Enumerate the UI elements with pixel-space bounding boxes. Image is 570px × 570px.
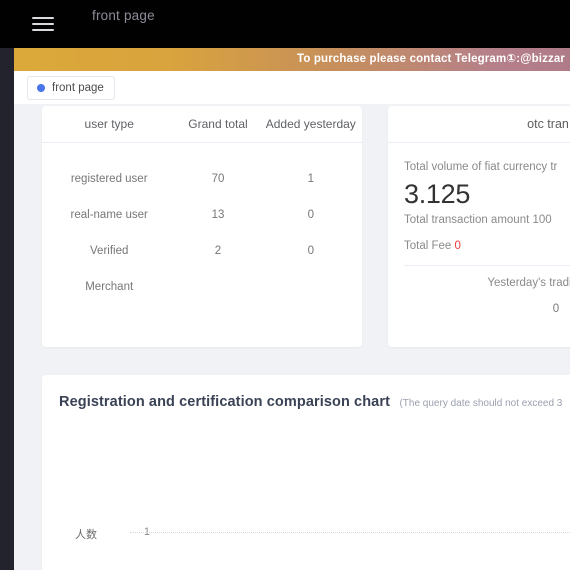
cell-grand-total <box>176 269 259 305</box>
otc-yesterday-label: Yesterday's trading volume <box>487 277 570 289</box>
cell-user-type: registered user <box>70 173 148 185</box>
otc-transaction-card: otc tran Total volume of fiat currency t… <box>388 106 570 347</box>
chart-subtitle: (The query date should not exceed 3 <box>399 398 563 409</box>
cell-added-yesterday: 1 <box>307 173 314 185</box>
otc-yesterday-value: 0 <box>552 303 560 315</box>
cell-user-type: real-name user <box>70 209 148 221</box>
column-header-added-yesterday: Added yesterday <box>265 117 356 131</box>
table-row: registered user 70 1 <box>42 161 362 197</box>
purchase-banner: To purchase please contact Telegram①:@bi… <box>14 48 570 71</box>
otc-divider <box>404 265 570 266</box>
tab-strip: front page <box>14 71 570 104</box>
purchase-banner-text: To purchase please contact Telegram①:@bi… <box>297 53 566 65</box>
chart-gridline <box>130 532 570 533</box>
user-statistics-card-header: user type Grand total Added yesterday <box>42 106 362 143</box>
otc-card-body: Total volume of fiat currency tr 3.125 T… <box>388 143 570 315</box>
column-header-grand-total: Grand total <box>188 117 248 131</box>
table-row: Merchant <box>42 269 362 305</box>
table-row: Verified 2 0 <box>42 233 362 269</box>
cell-grand-total: 70 <box>211 173 225 185</box>
otc-total-fee-label: Total Fee <box>404 240 452 252</box>
content-area: user type Grand total Added yesterday re… <box>14 104 570 570</box>
chart-header: Registration and certification compariso… <box>59 393 562 411</box>
table-row: real-name user 13 0 <box>42 197 362 233</box>
breadcrumb-title: front page <box>92 8 155 23</box>
hamburger-line <box>32 23 54 25</box>
user-statistics-card: user type Grand total Added yesterday re… <box>42 106 362 347</box>
otc-fiat-volume-label: Total volume of fiat currency tr <box>404 161 558 173</box>
hamburger-line <box>32 17 54 19</box>
cell-added-yesterday <box>260 269 362 305</box>
cell-user-type: Merchant <box>85 281 134 293</box>
chart-y-axis-label: 人数 <box>75 529 97 541</box>
otc-total-fee: Total Fee 0 <box>404 237 570 256</box>
tab-front-page[interactable]: front page <box>27 76 115 100</box>
registration-comparison-chart-card: Registration and certification compariso… <box>42 375 570 570</box>
user-statistics-column-headers: user type Grand total Added yesterday <box>42 117 362 131</box>
otc-card-title: otc tran <box>527 117 569 131</box>
cell-added-yesterday: 0 <box>307 209 314 221</box>
app-root: front page To purchase please contact Te… <box>0 0 570 570</box>
cell-user-type: Verified <box>90 245 129 257</box>
otc-transaction-amount: Total transaction amount 100 <box>404 214 552 226</box>
user-statistics-table: registered user 70 1 real-name user 13 0… <box>42 161 362 305</box>
otc-total-fee-value: 0 <box>454 240 461 252</box>
sidebar-rail[interactable] <box>0 0 14 570</box>
chart-plot-area: 人数 1 0.8 <box>42 435 570 570</box>
hamburger-icon[interactable] <box>32 8 54 40</box>
otc-transaction-card-header: otc tran <box>388 106 570 143</box>
cell-grand-total: 2 <box>214 245 222 257</box>
tab-active-dot-icon <box>37 84 45 92</box>
stat-cards-row: user type Grand total Added yesterday re… <box>14 104 570 348</box>
tab-label: front page <box>52 82 104 94</box>
cell-added-yesterday: 0 <box>307 245 314 257</box>
hamburger-line <box>32 29 54 31</box>
column-header-user-type: user type <box>84 117 134 131</box>
otc-fiat-volume-value: 3.125 <box>404 179 471 209</box>
chart-title: Registration and certification compariso… <box>59 394 391 410</box>
top-header-bar: front page <box>0 0 570 48</box>
cell-grand-total: 13 <box>211 209 225 221</box>
